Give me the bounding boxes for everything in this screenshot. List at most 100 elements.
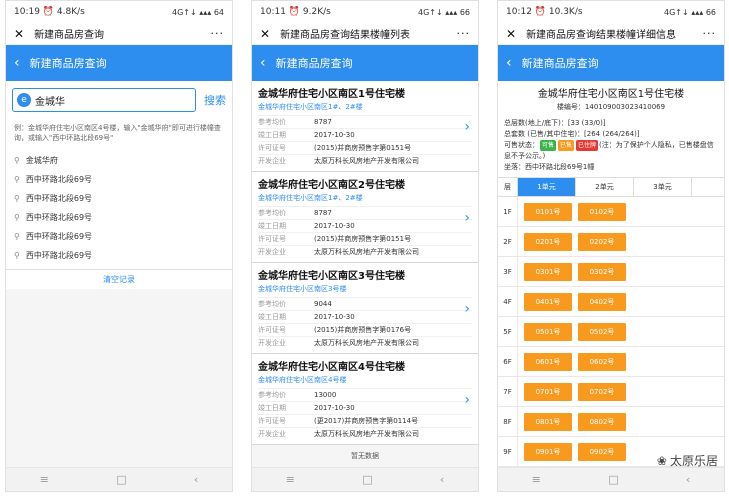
history-item[interactable]: ⚲ 西中环路北段69号	[6, 227, 232, 246]
back-icon[interactable]: ‹	[260, 55, 266, 71]
home-icon[interactable]: □	[116, 473, 126, 486]
history-item[interactable]: ⚲ 西中环路北段69号	[6, 208, 232, 227]
location: 坐落：西中环路北段69号1幢	[504, 163, 595, 171]
room-button[interactable]: 0801号	[524, 412, 572, 431]
title-bar: ✕ 新建商品房查询结果楼幢详细信息 ···	[498, 23, 724, 45]
card-row-date: 竣工日期 2017-10-30	[258, 310, 472, 323]
room-button[interactable]: 0102号	[578, 202, 626, 221]
more-icon[interactable]: ···	[703, 27, 717, 40]
title-bar: ✕ 新建商品房查询结果楼幢列表 ···	[252, 23, 478, 45]
room-button[interactable]: 0201号	[524, 232, 572, 251]
room-button[interactable]: 0202号	[578, 232, 626, 251]
room-button[interactable]: 0901号	[524, 442, 572, 461]
tab-unit-1[interactable]: 1单元	[518, 178, 576, 196]
room-button[interactable]: 0302号	[578, 262, 626, 281]
clear-history-button[interactable]: 清空记录	[6, 269, 232, 289]
card-value: 2017-10-30	[314, 313, 355, 321]
card-subtitle: 金城华府住宅小区南区3号楼	[258, 285, 347, 293]
card-row-permit: 许可证号 (2015)并商房预售字第0151号	[258, 141, 472, 154]
card-row-date: 竣工日期 2017-10-30	[258, 128, 472, 141]
system-nav-bar: ≡ □ ‹	[6, 467, 232, 491]
card-label: 竣工日期	[258, 222, 286, 230]
room-button[interactable]: 0501号	[524, 322, 572, 341]
card-row-dev: 开发企业 太原万科长风房地产开发有限公司	[258, 154, 472, 167]
status-signal: 4G↑↓ ▴▴▴ 66	[663, 7, 716, 17]
floor-row: 1F 0101号 0102号	[498, 197, 724, 227]
search-hint: 例：金城华府住宅小区南区4号楼，输入"金城华府"即可进行楼幢查询，或输入"西中环…	[6, 119, 232, 151]
phone-search-screen: 10:19 ⏰ 4.8K/s 4G↑↓ ▴▴▴ 64 ✕ 新建商品房查询 ···…	[5, 0, 233, 492]
app-logo-icon: e	[17, 93, 31, 107]
room-button[interactable]: 0702号	[578, 382, 626, 401]
search-icon: ⚲	[14, 251, 20, 260]
tab-unit-2[interactable]: 2单元	[576, 178, 634, 196]
menu-icon[interactable]: ≡	[532, 473, 541, 486]
close-icon[interactable]: ✕	[506, 27, 516, 41]
card-label: 开发企业	[258, 248, 286, 256]
history-item[interactable]: ⚲ 西中环路北段69号	[6, 170, 232, 189]
floor-label: 7F	[498, 377, 518, 406]
room-button[interactable]: 0301号	[524, 262, 572, 281]
building-card[interactable]: 金城华府住宅小区南区1号住宅楼 金城华府住宅小区南区1#、2#楼 参考均价 878…	[252, 81, 478, 172]
room-button[interactable]: 0101号	[524, 202, 572, 221]
badge-available: 可售	[540, 140, 557, 151]
menu-icon[interactable]: ≡	[286, 473, 295, 486]
back-nav-icon[interactable]: ‹	[440, 473, 444, 486]
search-button[interactable]: 搜索	[204, 92, 226, 108]
total-floors: 总层数(地上/底下)：[33 (33/0)]	[504, 119, 606, 127]
card-value: (2015)并商房预售字第0176号	[314, 326, 412, 334]
status-signal: 4G↑↓ ▴▴▴ 64	[171, 7, 224, 17]
card-label: 参考均价	[258, 209, 286, 217]
more-icon[interactable]: ···	[457, 27, 471, 40]
search-icon: ⚲	[14, 156, 20, 165]
building-title: 金城华府住宅小区南区1号住宅楼	[537, 89, 685, 100]
card-value: 13000	[314, 391, 337, 399]
more-icon[interactable]: ···	[211, 27, 225, 40]
room-button[interactable]: 0902号	[578, 442, 626, 461]
room-button[interactable]: 0401号	[524, 292, 572, 311]
history-item[interactable]: ⚲ 西中环路北段69号	[6, 246, 232, 265]
close-icon[interactable]: ✕	[14, 27, 24, 41]
building-card[interactable]: 金城华府住宅小区南区2号住宅楼 金城华府住宅小区南区1#、2#楼 参考均价 878…	[252, 172, 478, 263]
card-title: 金城华府住宅小区南区1号住宅楼	[258, 89, 405, 100]
search-icon: ⚲	[14, 175, 20, 184]
history-text: 西中环路北段69号	[25, 213, 93, 222]
app-header: ‹ 新建商品房查询	[6, 45, 232, 81]
close-icon[interactable]: ✕	[260, 27, 270, 41]
card-label: 参考均价	[258, 118, 286, 126]
history-text: 金城华府	[25, 156, 58, 165]
room-button[interactable]: 0601号	[524, 352, 572, 371]
card-value: 8787	[314, 209, 332, 217]
history-list: ⚲ 金城华府 ⚲ 西中环路北段69号 ⚲ 西中环路北段69号 ⚲ 西中环路北段69号 ⚲…	[6, 151, 232, 289]
room-button[interactable]: 0701号	[524, 382, 572, 401]
status-label: 可售状态：	[504, 141, 539, 149]
floor-label: 1F	[498, 197, 518, 226]
history-item[interactable]: ⚲ 西中环路北段69号	[6, 189, 232, 208]
home-icon[interactable]: □	[608, 473, 618, 486]
tab-unit-3[interactable]: 3单元	[634, 178, 692, 196]
back-nav-icon[interactable]: ‹	[194, 473, 198, 486]
room-button[interactable]: 0502号	[578, 322, 626, 341]
status-time: 10:19	[14, 7, 40, 17]
home-icon[interactable]: □	[362, 473, 372, 486]
floor-label: 9F	[498, 437, 518, 466]
back-icon[interactable]: ‹	[14, 55, 20, 71]
back-icon[interactable]: ‹	[506, 55, 512, 71]
status-time: 10:12	[506, 7, 532, 17]
card-label: 许可证号	[258, 235, 286, 243]
back-nav-icon[interactable]: ‹	[686, 473, 690, 486]
floor-row: 5F 0501号 0502号	[498, 317, 724, 347]
building-info: 金城华府住宅小区南区1号住宅楼 楼编号：140109003023410069 总…	[498, 81, 724, 177]
search-input[interactable]: e 金城华	[12, 88, 196, 112]
search-row: e 金城华 搜索	[6, 81, 232, 119]
room-button[interactable]: 0602号	[578, 352, 626, 371]
room-button[interactable]: 0402号	[578, 292, 626, 311]
menu-icon[interactable]: ≡	[40, 473, 49, 486]
building-card[interactable]: 金城华府住宅小区南区3号住宅楼 金城华府住宅小区南区3号楼 参考均价 9044 竣工…	[252, 263, 478, 354]
room-button[interactable]: 0802号	[578, 412, 626, 431]
room-grid: 1F 0101号 0102号 2F 0201号 0202号 3F 0301号 030…	[498, 197, 724, 467]
floor-row: 4F 0401号 0402号	[498, 287, 724, 317]
history-item[interactable]: ⚲ 金城华府	[6, 151, 232, 170]
building-card[interactable]: 金城华府住宅小区南区4号住宅楼 金城华府住宅小区南区4号楼 参考均价 13000 竣…	[252, 354, 478, 445]
page-title: 新建商品房查询结果楼幢详细信息	[526, 30, 677, 41]
phone-building-detail-screen: 10:12 ⏰ 10.3K/s 4G↑↓ ▴▴▴ 66 ✕ 新建商品房查询结果楼…	[497, 0, 725, 492]
